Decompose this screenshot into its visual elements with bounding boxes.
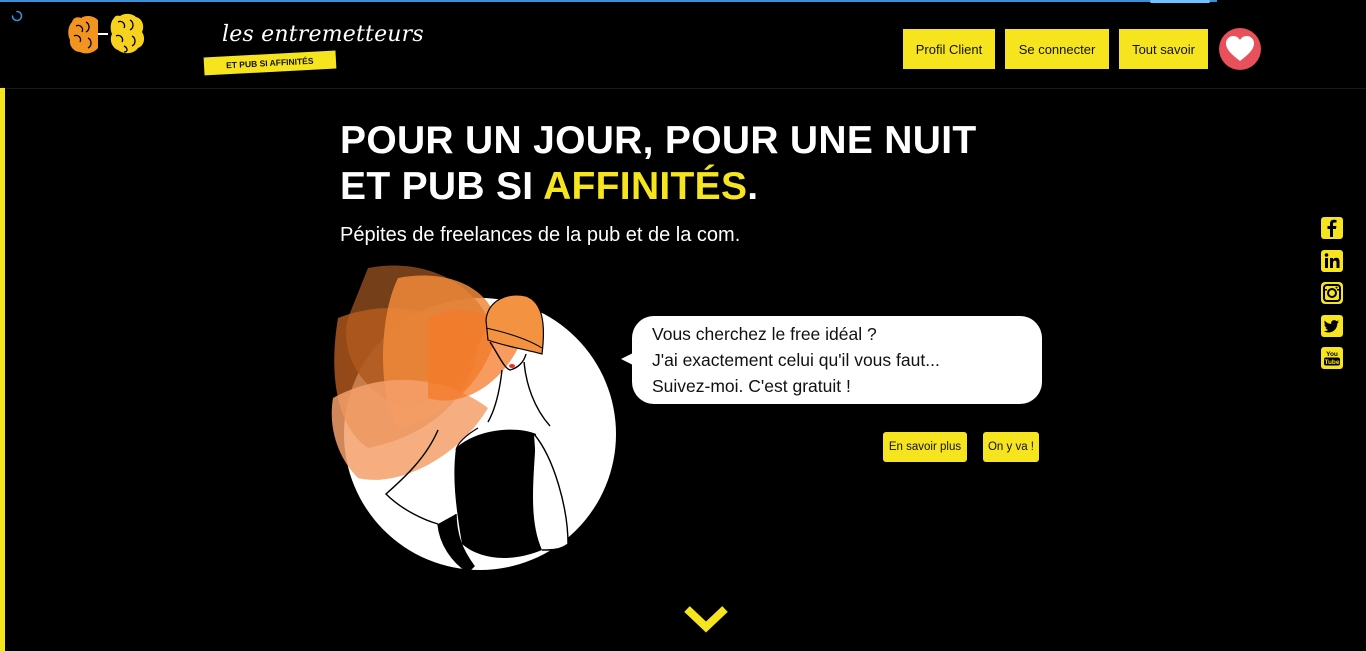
- brains-logo-icon: [68, 13, 145, 54]
- logo-wordmark: les entremetteurs: [222, 22, 424, 47]
- heart-icon: [1226, 36, 1254, 61]
- speech-bubble: Vous cherchez le free idéal ? J'ai exact…: [632, 316, 1042, 404]
- speech-line: Suivez-moi. C'est gratuit !: [652, 376, 851, 396]
- chevron-down-icon[interactable]: [683, 603, 729, 635]
- nav-se-connecter-button[interactable]: Se connecter: [1005, 29, 1109, 69]
- site-logo[interactable]: les entremetteurs ET PUB SI AFFINITÉS: [66, 12, 424, 78]
- woman-illustration: [331, 265, 616, 573]
- nav-tout-savoir-button[interactable]: Tout savoir: [1119, 29, 1208, 69]
- hero-headline: POUR UN JOUR, POUR UNE NUIT ET PUB SI AF…: [340, 118, 976, 210]
- linkedin-icon[interactable]: [1321, 250, 1343, 272]
- learn-more-button[interactable]: En savoir plus: [883, 432, 967, 462]
- hero-headline-suffix: .: [747, 165, 759, 208]
- hero-headline-line2: ET PUB SI AFFINITÉS.: [340, 164, 976, 210]
- hero-subtitle: Pépites de freelances de la pub et de la…: [340, 224, 741, 246]
- loading-bar-glow: [1150, 0, 1210, 3]
- speech-line: J'ai exactement celui qu'il vous faut...: [652, 350, 940, 370]
- speech-line: Vous cherchez le free idéal ?: [652, 324, 877, 344]
- twitter-icon[interactable]: [1321, 315, 1343, 337]
- facebook-icon[interactable]: [1321, 217, 1343, 239]
- hero-headline-prefix: ET PUB SI: [340, 165, 544, 208]
- youtube-icon[interactable]: You Tube: [1321, 347, 1343, 369]
- svg-text:You: You: [1326, 351, 1338, 358]
- page-loading-bar: [0, 0, 1217, 3]
- nav-profil-client-button[interactable]: Profil Client: [903, 29, 995, 69]
- favorites-button[interactable]: [1219, 28, 1261, 70]
- left-accent-border: [0, 88, 5, 651]
- loading-spinner-icon: [11, 10, 23, 22]
- svg-text:Tube: Tube: [1324, 359, 1339, 366]
- get-started-button[interactable]: On y va !: [983, 432, 1039, 462]
- hero-headline-line1: POUR UN JOUR, POUR UNE NUIT: [340, 119, 977, 162]
- hero-headline-accent: AFFINITÉS: [543, 165, 748, 208]
- instagram-icon[interactable]: [1321, 282, 1343, 304]
